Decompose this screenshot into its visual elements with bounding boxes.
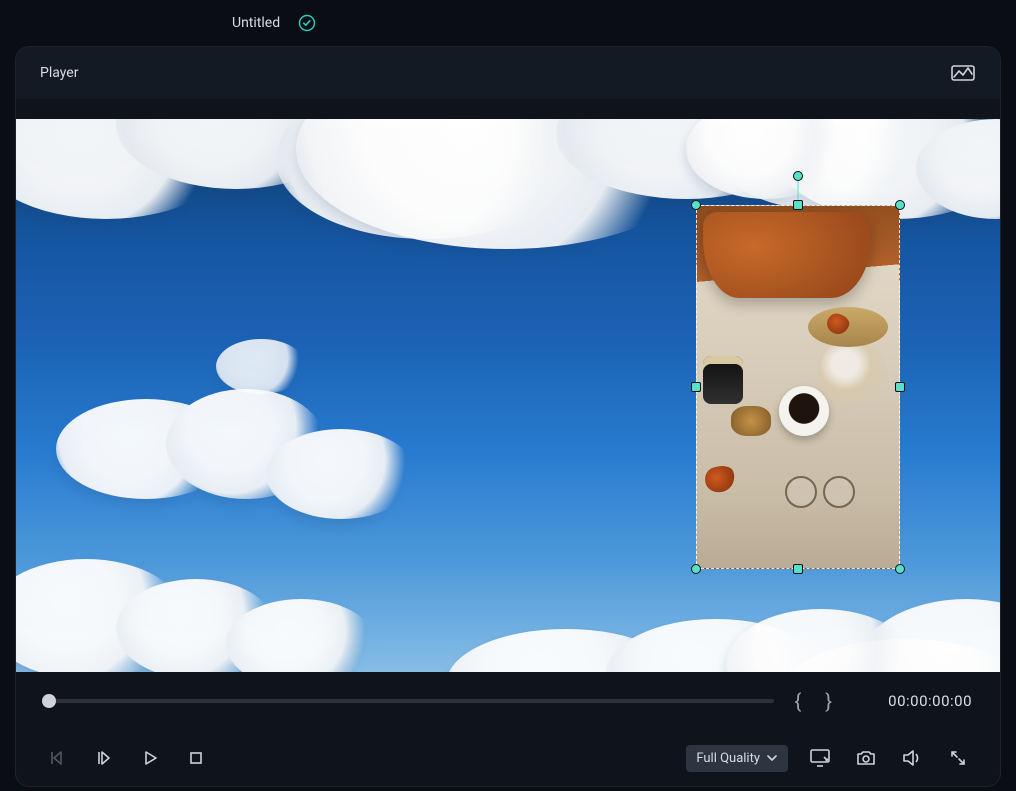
play-button[interactable]: [136, 744, 164, 772]
seek-slider[interactable]: [44, 699, 774, 703]
transform-handle-left[interactable]: [691, 382, 701, 392]
player-panel-header: Player: [16, 47, 1000, 99]
project-title[interactable]: Untitled: [232, 15, 280, 31]
transform-handle-bottom[interactable]: [793, 564, 803, 574]
prev-frame-button[interactable]: [44, 744, 72, 772]
transform-handle-top[interactable]: [793, 200, 803, 210]
leaf-shape: [701, 462, 738, 497]
mark-out-button[interactable]: }: [821, 689, 836, 713]
cloud-shape: [16, 119, 236, 219]
coffee-cup-shape: [779, 386, 829, 436]
seek-bar-row: { } 00:00:00:00: [16, 672, 1000, 730]
candle-shape: [703, 356, 743, 404]
transform-handle-bottom-left[interactable]: [691, 564, 701, 574]
pip-clip-content[interactable]: [696, 205, 900, 569]
preview-canvas[interactable]: [16, 119, 1000, 672]
seek-thumb[interactable]: [42, 694, 56, 708]
quality-dropdown[interactable]: Full Quality: [686, 745, 788, 772]
display-settings-button[interactable]: [806, 744, 834, 772]
cloud-shape: [16, 559, 186, 672]
glasses-shape: [785, 476, 855, 504]
stop-button[interactable]: [182, 744, 210, 772]
volume-button[interactable]: [898, 744, 926, 772]
transform-handle-bottom-right[interactable]: [895, 564, 905, 574]
transport-row: Full Quality: [16, 730, 1000, 786]
transform-handle-top-left[interactable]: [691, 200, 701, 210]
fullscreen-button[interactable]: [944, 744, 972, 772]
chevron-down-icon: [766, 752, 778, 764]
next-frame-button[interactable]: [90, 744, 118, 772]
snapshot-button[interactable]: [852, 744, 880, 772]
transform-handle-right[interactable]: [895, 382, 905, 392]
cookie-shape: [731, 406, 771, 436]
timecode-display: 00:00:00:00: [852, 692, 972, 710]
selected-clip[interactable]: [696, 205, 900, 569]
cloud-shape: [856, 599, 1000, 672]
compare-toggle-icon[interactable]: [950, 60, 976, 86]
saved-check-icon: [298, 14, 316, 32]
transform-handle-top-right[interactable]: [895, 200, 905, 210]
player-panel: Player: [15, 46, 1001, 787]
quality-label: Full Quality: [696, 751, 760, 766]
mark-in-button[interactable]: {: [790, 689, 805, 713]
title-bar: Untitled: [0, 0, 1016, 46]
cloud-shape: [56, 399, 236, 499]
player-tab[interactable]: Player: [40, 65, 78, 81]
pillow-shape: [703, 212, 871, 298]
cloud-shape: [446, 629, 686, 672]
cloud-shape: [216, 339, 306, 394]
